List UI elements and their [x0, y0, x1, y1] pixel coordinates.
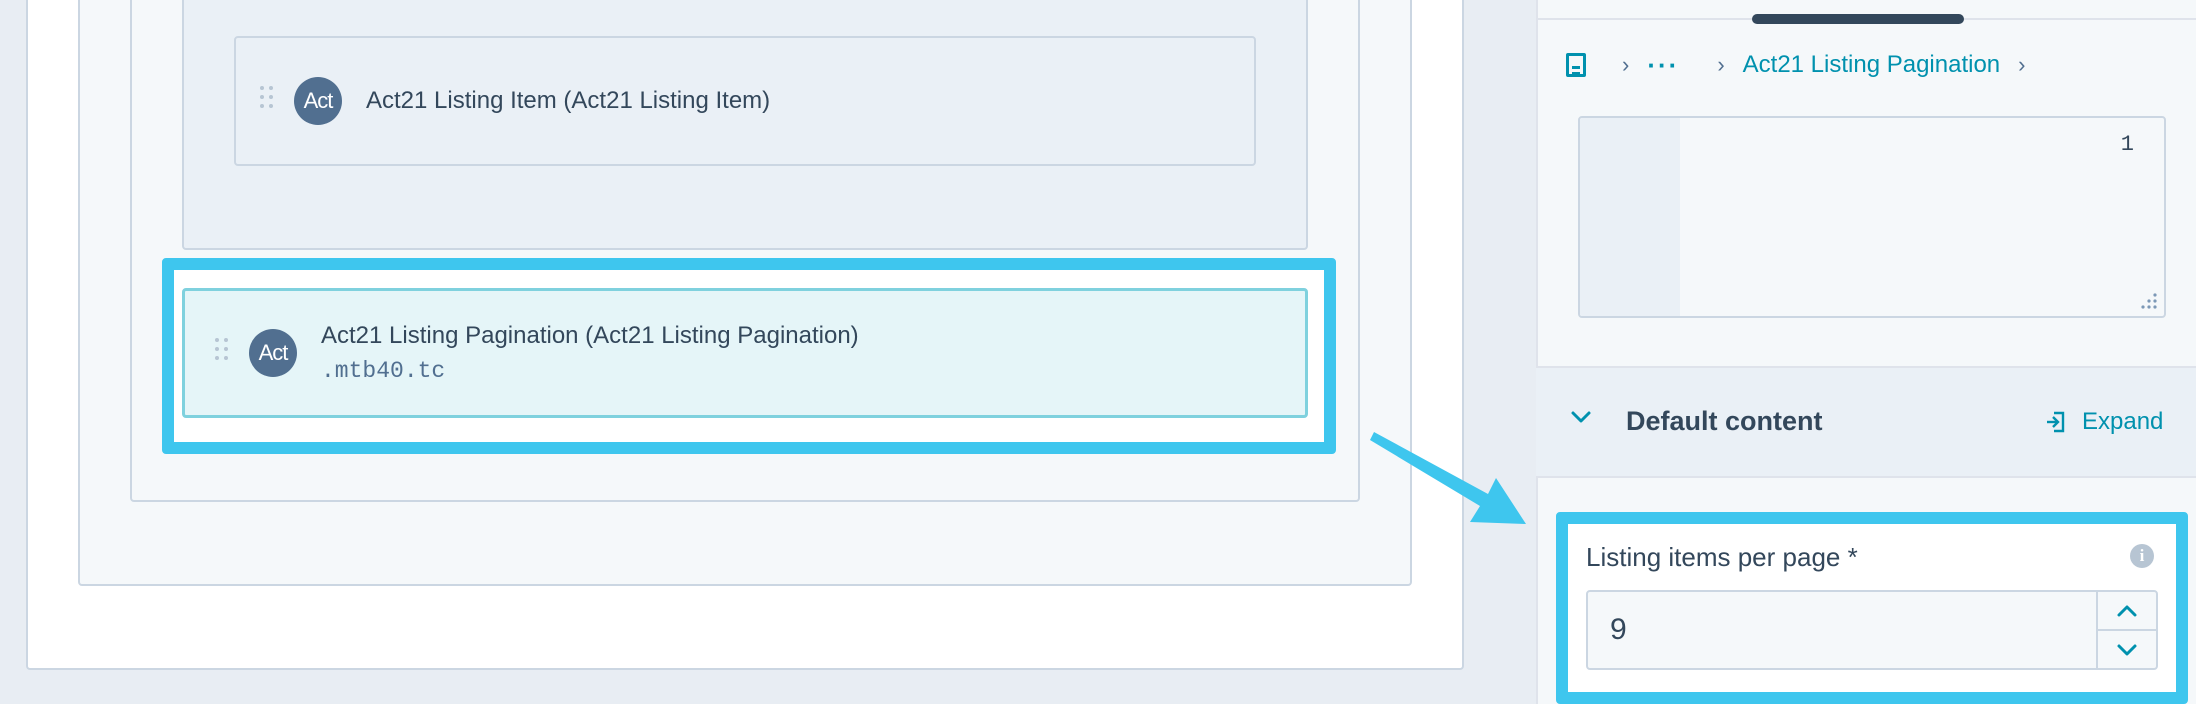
- items-per-page-stepper: 9: [1586, 590, 2158, 670]
- module-avatar: Act: [294, 77, 342, 125]
- chevron-down-icon[interactable]: [1570, 406, 1592, 428]
- module-label: Act21 Listing Item (Act21 Listing Item): [366, 87, 771, 114]
- module-listing-pagination[interactable]: Act Act21 Listing Pagination (Act21 List…: [182, 288, 1308, 418]
- chevron-right-icon: ›: [1622, 52, 1630, 77]
- stepper-controls: [2096, 592, 2156, 668]
- section-divider: [1536, 476, 2196, 478]
- field-label: Listing items per page *: [1586, 542, 1858, 572]
- drag-handle-icon[interactable]: [260, 86, 274, 116]
- decrement-button[interactable]: [2098, 629, 2156, 668]
- code-editor[interactable]: 1: [1578, 116, 2166, 318]
- info-icon[interactable]: i: [2130, 544, 2154, 568]
- module-label: Act21 Listing Pagination (Act21 Listing …: [321, 322, 859, 349]
- module-css-class: .mtb40.tc: [321, 358, 446, 384]
- panel-resize-handle[interactable]: [1752, 14, 1964, 24]
- chevron-down-icon: [2117, 644, 2137, 655]
- document-icon[interactable]: [1566, 53, 1586, 77]
- drag-handle-icon[interactable]: [215, 338, 229, 368]
- items-per-page-input[interactable]: 9: [1588, 592, 2096, 668]
- increment-button[interactable]: [2098, 592, 2156, 629]
- chevron-right-icon: ›: [1717, 52, 1725, 77]
- resize-grip-icon[interactable]: [2140, 292, 2158, 310]
- expand-icon: [2047, 411, 2065, 433]
- expand-button[interactable]: Expand: [2046, 408, 2163, 436]
- breadcrumb: › ··· › Act21 Listing Pagination ›: [1566, 40, 2043, 90]
- line-number: 1: [2120, 132, 2134, 157]
- breadcrumb-more[interactable]: ···: [1647, 50, 1679, 81]
- arrow-annotation-icon: [1370, 432, 1526, 524]
- chevron-right-icon: ›: [2018, 52, 2026, 77]
- chevron-up-icon: [2117, 605, 2137, 616]
- section-title: Default content: [1626, 406, 1823, 436]
- breadcrumb-current[interactable]: Act21 Listing Pagination: [1743, 51, 2001, 79]
- expand-label: Expand: [2082, 408, 2164, 435]
- module-avatar: Act: [249, 329, 297, 377]
- editor-gutter: [1580, 118, 1680, 316]
- module-listing-item[interactable]: Act Act21 Listing Item (Act21 Listing It…: [234, 36, 1256, 166]
